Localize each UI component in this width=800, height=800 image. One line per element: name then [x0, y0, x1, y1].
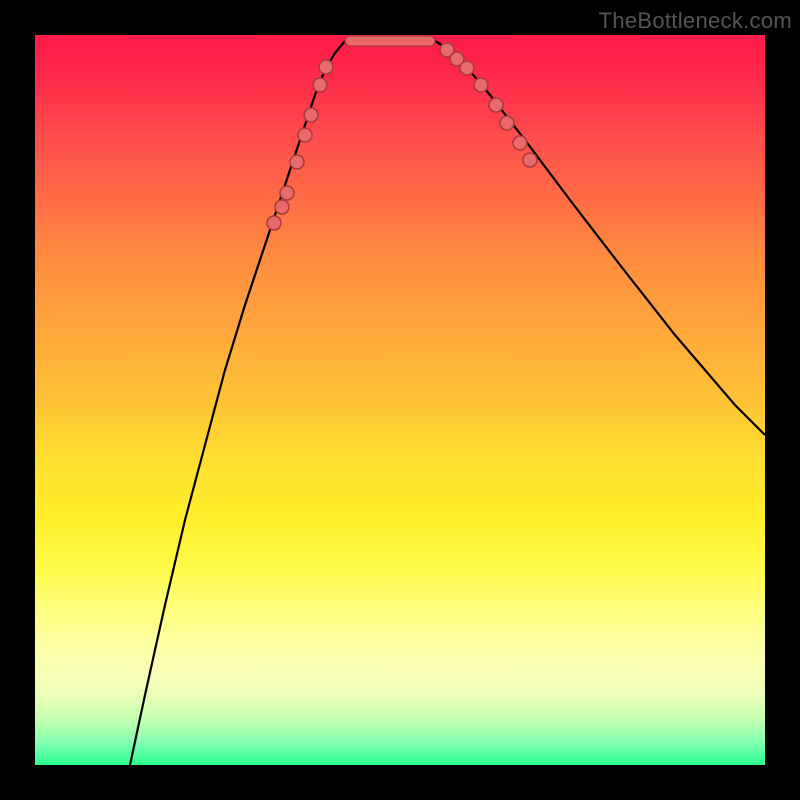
curve-left-arm: [130, 41, 345, 765]
marker-dot: [489, 98, 503, 112]
bottleneck-floor-band: [345, 36, 435, 46]
marker-dot: [523, 153, 537, 167]
marker-dot: [319, 60, 333, 74]
marker-dot: [280, 186, 294, 200]
marker-dot: [313, 78, 327, 92]
marker-dot: [304, 108, 318, 122]
curve-layer: [35, 35, 765, 765]
marker-dot: [290, 155, 304, 169]
markers-left: [267, 60, 333, 230]
markers-right: [440, 43, 537, 167]
watermark-text: TheBottleneck.com: [599, 8, 792, 34]
marker-dot: [298, 128, 312, 142]
plot-area: [35, 35, 765, 765]
marker-dot: [267, 216, 281, 230]
marker-dot: [513, 136, 527, 150]
marker-dot: [460, 61, 474, 75]
marker-dot: [275, 200, 289, 214]
chart-frame: TheBottleneck.com: [0, 0, 800, 800]
marker-dot: [500, 116, 514, 130]
curve-right-arm: [435, 41, 765, 435]
marker-dot: [474, 78, 488, 92]
